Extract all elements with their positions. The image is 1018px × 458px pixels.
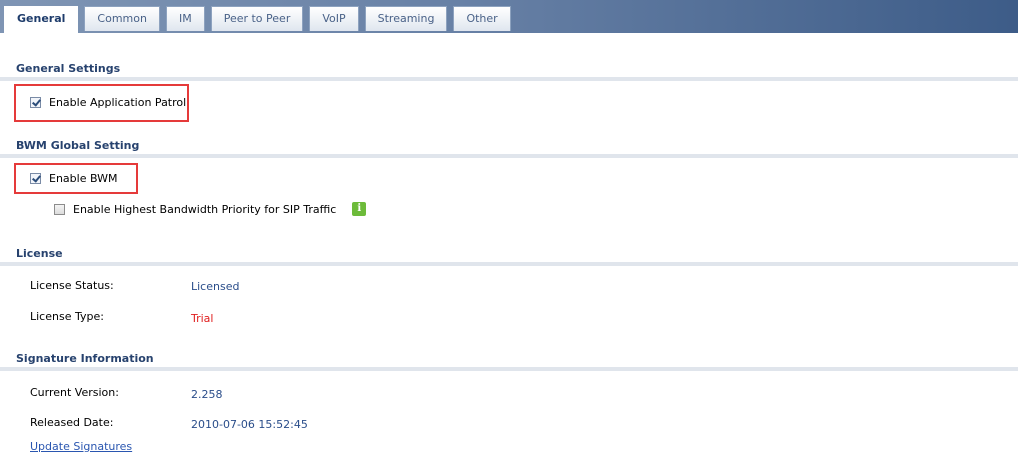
signature-title: Signature Information (16, 352, 154, 365)
current-version-value: 2.258 (191, 388, 223, 401)
tab-other[interactable]: Other (453, 6, 511, 31)
tab-streaming[interactable]: Streaming (364, 6, 448, 31)
sip-priority-row: Enable Highest Bandwidth Priority for SI… (54, 202, 367, 216)
bwm-title: BWM Global Setting (16, 139, 140, 152)
current-version-label: Current Version: (30, 386, 119, 399)
enable-bwm-row: Enable BWM (30, 172, 118, 185)
enable-app-patrol-checkbox[interactable] (30, 97, 41, 108)
license-status-label: License Status: (30, 279, 114, 292)
tab-peer-to-peer[interactable]: Peer to Peer (210, 6, 304, 31)
enable-bwm-label: Enable BWM (49, 172, 118, 185)
license-type-label: License Type: (30, 310, 104, 323)
tab-voip[interactable]: VoIP (309, 6, 359, 31)
section-divider (0, 367, 1018, 371)
sip-priority-checkbox[interactable] (54, 203, 65, 215)
tab-im[interactable]: IM (165, 6, 205, 31)
enable-app-patrol-row: Enable Application Patrol (30, 96, 186, 109)
enable-bwm-checkbox[interactable] (30, 173, 41, 184)
section-divider (0, 154, 1018, 158)
update-signatures-link[interactable]: Update Signatures (30, 440, 132, 453)
license-type-value: Trial (191, 312, 214, 325)
tab-common[interactable]: Common (84, 6, 160, 31)
tab-bar: General Common IM Peer to Peer VoIP Stre… (0, 0, 1018, 33)
enable-app-patrol-label: Enable Application Patrol (49, 96, 187, 109)
section-divider (0, 77, 1018, 81)
released-date-label: Released Date: (30, 416, 114, 429)
info-icon[interactable]: i (352, 202, 367, 216)
license-status-value: Licensed (191, 280, 240, 293)
sip-priority-label: Enable Highest Bandwidth Priority for SI… (73, 202, 337, 216)
section-divider (0, 262, 1018, 266)
tabs: General Common IM Peer to Peer VoIP Stre… (4, 6, 517, 33)
released-date-value: 2010-07-06 15:52:45 (191, 418, 308, 431)
tab-general[interactable]: General (4, 6, 79, 33)
license-title: License (16, 247, 63, 260)
general-settings-title: General Settings (16, 62, 121, 75)
